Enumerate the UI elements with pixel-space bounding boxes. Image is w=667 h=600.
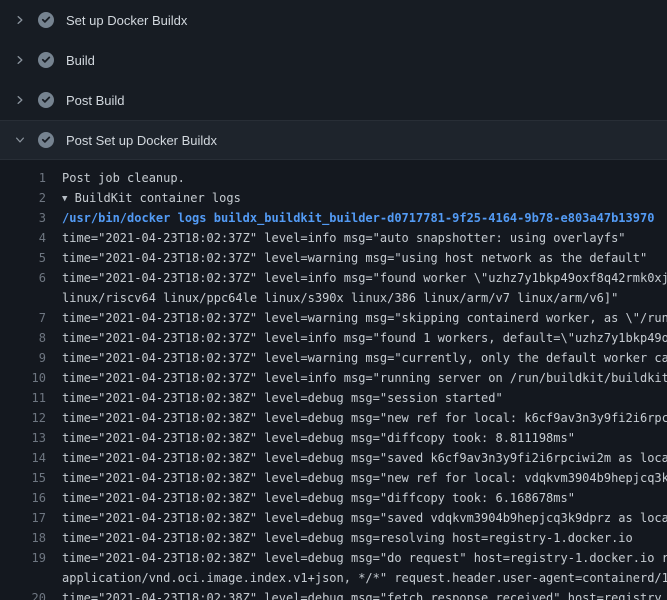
log-text: time="2021-04-23T18:02:38Z" level=debug …	[46, 428, 575, 448]
check-circle-icon	[38, 92, 54, 108]
log-text: time="2021-04-23T18:02:37Z" level=warnin…	[46, 248, 647, 268]
line-number[interactable]: 6	[0, 268, 46, 288]
log-line: 5time="2021-04-23T18:02:37Z" level=warni…	[0, 248, 667, 268]
log-text: time="2021-04-23T18:02:37Z" level=info m…	[46, 268, 667, 288]
check-circle-icon	[38, 52, 54, 68]
line-number[interactable]: 14	[0, 448, 46, 468]
log-text: time="2021-04-23T18:02:38Z" level=debug …	[46, 588, 662, 600]
log-line: 13time="2021-04-23T18:02:38Z" level=debu…	[0, 428, 667, 448]
actions-log-viewer: Set up Docker Buildx Build Post Build Po…	[0, 0, 667, 600]
section-build[interactable]: Build	[0, 40, 667, 80]
line-number[interactable]: 1	[0, 168, 46, 188]
line-number[interactable]: 9	[0, 348, 46, 368]
log-text: time="2021-04-23T18:02:38Z" level=debug …	[46, 508, 667, 528]
log-line: 20time="2021-04-23T18:02:38Z" level=debu…	[0, 588, 667, 600]
log-line: 14time="2021-04-23T18:02:38Z" level=debu…	[0, 448, 667, 468]
log-text: time="2021-04-23T18:02:38Z" level=debug …	[46, 488, 575, 508]
chevron-down-icon[interactable]	[12, 132, 28, 148]
log-text: time="2021-04-23T18:02:38Z" level=debug …	[46, 448, 667, 468]
section-post-setup-docker-buildx[interactable]: Post Set up Docker Buildx	[0, 120, 667, 160]
log-line: 10time="2021-04-23T18:02:37Z" level=info…	[0, 368, 667, 388]
log-text: application/vnd.oci.image.index.v1+json,…	[46, 568, 667, 588]
log-text: time="2021-04-23T18:02:37Z" level=info m…	[46, 228, 626, 248]
log-line: 9time="2021-04-23T18:02:37Z" level=warni…	[0, 348, 667, 368]
line-number[interactable]: 16	[0, 488, 46, 508]
chevron-right-icon[interactable]	[12, 92, 28, 108]
line-number[interactable]: 17	[0, 508, 46, 528]
log-text: time="2021-04-23T18:02:37Z" level=warnin…	[46, 348, 667, 368]
log-line: 7time="2021-04-23T18:02:37Z" level=warni…	[0, 308, 667, 328]
line-number[interactable]: 15	[0, 468, 46, 488]
section-label: Post Build	[66, 93, 125, 108]
section-label: Set up Docker Buildx	[66, 13, 187, 28]
log-output: 1Post job cleanup.2▼ BuildKit container …	[0, 160, 667, 600]
log-line: 1Post job cleanup.	[0, 168, 667, 188]
log-line: 16time="2021-04-23T18:02:38Z" level=debu…	[0, 488, 667, 508]
line-number[interactable]: 7	[0, 308, 46, 328]
chevron-right-icon[interactable]	[12, 52, 28, 68]
log-text: time="2021-04-23T18:02:38Z" level=debug …	[46, 528, 633, 548]
log-command-link[interactable]: /usr/bin/docker logs buildx_buildkit_bui…	[46, 208, 654, 228]
log-text: time="2021-04-23T18:02:37Z" level=info m…	[46, 368, 667, 388]
log-line: 18time="2021-04-23T18:02:38Z" level=debu…	[0, 528, 667, 548]
log-text: Post job cleanup.	[46, 168, 185, 188]
section-post-build[interactable]: Post Build	[0, 80, 667, 120]
log-line: 3/usr/bin/docker logs buildx_buildkit_bu…	[0, 208, 667, 228]
group-expand-caret-icon[interactable]: ▼	[62, 189, 67, 208]
section-label: Build	[66, 53, 95, 68]
log-text: time="2021-04-23T18:02:37Z" level=info m…	[46, 328, 667, 348]
log-text: time="2021-04-23T18:02:37Z" level=warnin…	[46, 308, 667, 328]
line-number[interactable]: 10	[0, 368, 46, 388]
line-number[interactable]: 12	[0, 408, 46, 428]
log-line: 17time="2021-04-23T18:02:38Z" level=debu…	[0, 508, 667, 528]
line-number[interactable]: 2	[0, 188, 46, 208]
log-line: application/vnd.oci.image.index.v1+json,…	[0, 568, 667, 588]
check-circle-icon	[38, 132, 54, 148]
log-line: 6time="2021-04-23T18:02:37Z" level=info …	[0, 268, 667, 288]
log-line: 11time="2021-04-23T18:02:38Z" level=debu…	[0, 388, 667, 408]
line-number[interactable]: 3	[0, 208, 46, 228]
log-line: 8time="2021-04-23T18:02:37Z" level=info …	[0, 328, 667, 348]
line-number[interactable]: 8	[0, 328, 46, 348]
log-text: time="2021-04-23T18:02:38Z" level=debug …	[46, 408, 667, 428]
log-text: linux/riscv64 linux/ppc64le linux/s390x …	[46, 288, 618, 308]
line-number[interactable]: 4	[0, 228, 46, 248]
section-label: Post Set up Docker Buildx	[66, 133, 217, 148]
log-line: 2▼ BuildKit container logs	[0, 188, 667, 208]
line-number	[0, 288, 46, 308]
line-number[interactable]: 20	[0, 588, 46, 600]
check-circle-icon	[38, 12, 54, 28]
line-number[interactable]: 18	[0, 528, 46, 548]
log-group-toggle[interactable]: ▼ BuildKit container logs	[46, 188, 241, 208]
log-line: 15time="2021-04-23T18:02:38Z" level=debu…	[0, 468, 667, 488]
log-lines: 1Post job cleanup.2▼ BuildKit container …	[0, 168, 667, 600]
log-text: time="2021-04-23T18:02:38Z" level=debug …	[46, 388, 503, 408]
log-line: 19time="2021-04-23T18:02:38Z" level=debu…	[0, 548, 667, 568]
log-line: linux/riscv64 linux/ppc64le linux/s390x …	[0, 288, 667, 308]
log-text: time="2021-04-23T18:02:38Z" level=debug …	[46, 548, 667, 568]
line-number	[0, 568, 46, 588]
log-line: 4time="2021-04-23T18:02:37Z" level=info …	[0, 228, 667, 248]
log-line: 12time="2021-04-23T18:02:38Z" level=debu…	[0, 408, 667, 428]
line-number[interactable]: 13	[0, 428, 46, 448]
section-setup-docker-buildx[interactable]: Set up Docker Buildx	[0, 0, 667, 40]
log-text: time="2021-04-23T18:02:38Z" level=debug …	[46, 468, 667, 488]
line-number[interactable]: 19	[0, 548, 46, 568]
line-number[interactable]: 11	[0, 388, 46, 408]
line-number[interactable]: 5	[0, 248, 46, 268]
chevron-right-icon[interactable]	[12, 12, 28, 28]
